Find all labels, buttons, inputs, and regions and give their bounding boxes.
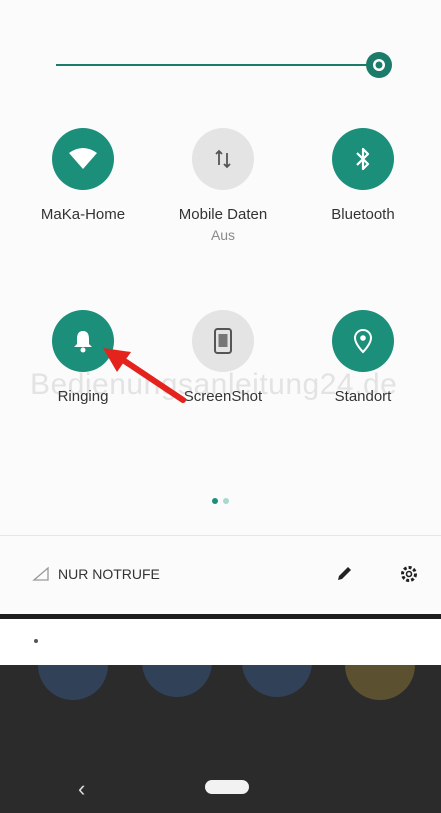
dnd-mode-label: NUR NOTRUFE (58, 566, 160, 582)
phone-app-icon (38, 665, 108, 700)
tile-label: MaKa-Home (40, 206, 126, 223)
signal-icon (32, 566, 49, 581)
brightness-thumb-icon[interactable] (364, 50, 394, 80)
bluetooth-icon[interactable] (332, 128, 394, 190)
mobile-data-icon[interactable] (192, 128, 254, 190)
notification-bullet (34, 639, 38, 643)
page-dot-active (212, 498, 218, 504)
brightness-track[interactable] (56, 64, 372, 66)
tile-label: Mobile Daten (178, 206, 268, 223)
wifi-icon[interactable] (52, 128, 114, 190)
chrome-app-icon (345, 665, 415, 700)
red-arrow-icon (103, 348, 186, 403)
location-icon[interactable] (332, 310, 394, 372)
home-button[interactable] (205, 780, 249, 794)
tile-label: Standort (334, 388, 392, 405)
dnd-mode[interactable]: NUR NOTRUFE (32, 566, 160, 582)
quick-settings-footer: NUR NOTRUFE (0, 535, 441, 615)
tile-bluetooth[interactable]: Bluetooth (303, 128, 423, 224)
messages-app-icon (142, 665, 212, 697)
back-icon[interactable]: ‹ (78, 776, 85, 802)
navigation-bar: ‹ (0, 758, 441, 813)
page-indicator (212, 491, 242, 504)
page-dot (223, 498, 229, 504)
tile-location[interactable]: Standort (303, 310, 423, 406)
quick-settings-panel: MaKa-Home Mobile Daten Aus Bluetooth Rin… (0, 0, 441, 615)
tile-sublabel: Aus (210, 227, 236, 243)
tile-mobile-data[interactable]: Mobile Daten Aus (163, 128, 283, 243)
notification-area (0, 619, 441, 665)
tile-label: Bluetooth (331, 206, 395, 223)
pencil-icon[interactable] (334, 564, 354, 584)
gear-icon[interactable] (399, 564, 419, 584)
tile-wifi[interactable]: MaKa-Home (23, 128, 143, 224)
brightness-slider[interactable] (56, 50, 400, 80)
contacts-app-icon (242, 665, 312, 697)
